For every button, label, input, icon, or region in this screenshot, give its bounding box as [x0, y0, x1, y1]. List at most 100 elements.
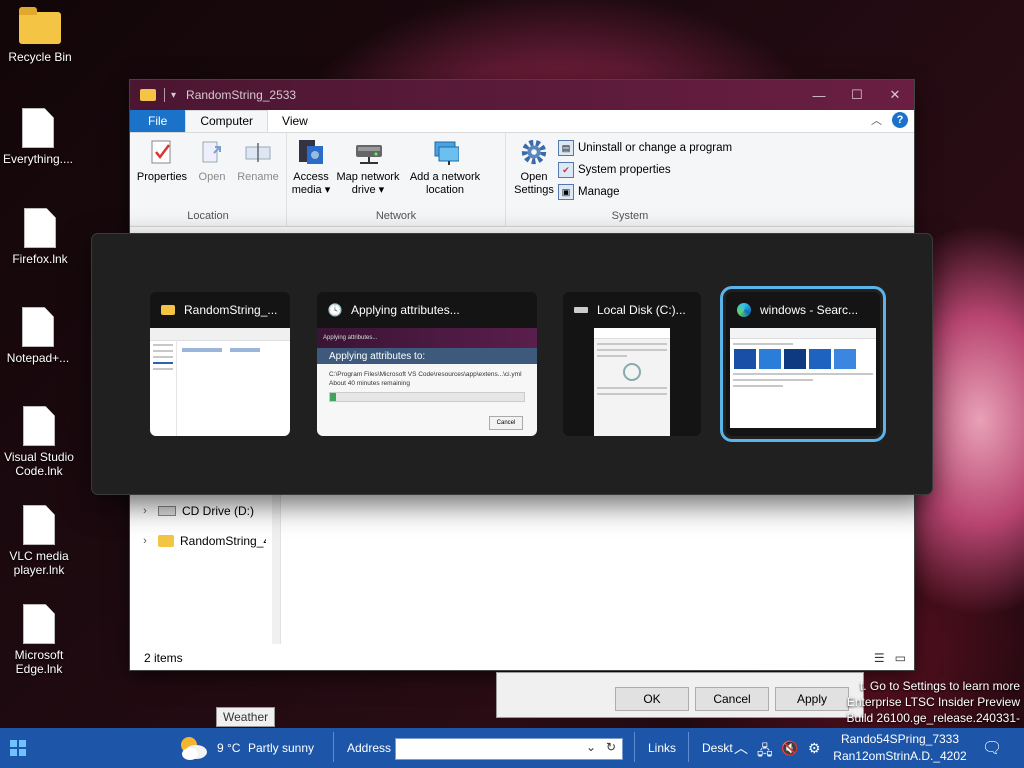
start-button-icon[interactable]: [10, 740, 26, 756]
minimize-icon[interactable]: —: [800, 80, 838, 110]
card-title: Applying attributes...: [351, 303, 460, 317]
chevron-right-icon[interactable]: ›: [136, 505, 154, 517]
desktop-icon-label: VLC media player.lnk: [9, 549, 69, 577]
group-label: Location: [187, 210, 229, 222]
file-icon: [23, 505, 55, 545]
network-location-icon: [431, 137, 459, 167]
open-label: Open: [198, 171, 226, 183]
system-properties-button[interactable]: ✔ System properties: [558, 161, 732, 179]
network-icon[interactable]: 🖧: [757, 740, 773, 764]
clock-line: Ran12omStrinA.D._4202: [833, 749, 967, 763]
notifications-icon[interactable]: 🗨: [982, 738, 1002, 758]
desktop-icon-vscode[interactable]: Visual Studio Code.lnk: [1, 406, 77, 478]
window-controls: — ☐ ✕: [800, 80, 914, 110]
thumb-progress-fill: [330, 393, 336, 401]
system-properties-label: System properties: [578, 164, 671, 176]
desktop-icon-edge[interactable]: Microsoft Edge.lnk: [1, 604, 77, 676]
weather-tooltip: Weather: [216, 707, 276, 727]
tab-computer[interactable]: Computer: [185, 110, 269, 132]
desktop-icon-recycle-bin[interactable]: Recycle Bin: [2, 7, 78, 64]
divider: [688, 732, 689, 762]
switcher-card-explorer[interactable]: RandomString_...: [150, 292, 290, 436]
help-icon[interactable]: ?: [892, 112, 908, 128]
switcher-card-applying-attributes[interactable]: 🕓 Applying attributes... Applying attrib…: [317, 292, 537, 436]
clock-icon: 🕓: [327, 303, 343, 317]
weather-temperature[interactable]: 9 °C: [217, 741, 240, 755]
map-network-drive-label: Map network drive ▾: [336, 171, 400, 196]
address-dropdown-icon[interactable]: ⌄: [586, 740, 596, 754]
nav-item-label: RandomString_4: [180, 534, 266, 548]
drive-icon: [573, 302, 589, 318]
nav-item-cd-drive[interactable]: › CD Drive (D:): [130, 496, 280, 526]
refresh-icon[interactable]: ↻: [606, 740, 616, 754]
window-thumbnail: [150, 328, 290, 436]
nav-scrollbar[interactable]: [272, 494, 280, 644]
media-icon: [297, 137, 325, 167]
manage-label: Manage: [578, 186, 620, 198]
activation-line: Enterprise LTSC Insider Preview: [846, 695, 1020, 709]
clock-line: Rando54SPring_7333: [840, 732, 960, 746]
manage-button[interactable]: ▣ Manage: [558, 183, 732, 201]
uninstall-icon: ▤: [558, 140, 574, 156]
maximize-icon[interactable]: ☐: [838, 80, 876, 110]
ribbon-group-location: Properties Open Rename Location: [130, 133, 287, 226]
nav-item-label: CD Drive (D:): [182, 504, 254, 518]
desktop-icon-firefox[interactable]: Firefox.lnk: [2, 208, 78, 266]
tab-view[interactable]: View: [268, 110, 322, 132]
ribbon-tabs: File Computer View ︿ ?: [130, 110, 914, 133]
switcher-card-local-disk[interactable]: Local Disk (C:)...: [563, 292, 701, 436]
details-view-icon[interactable]: ☰: [874, 651, 885, 665]
desktop-icon-label: Recycle Bin: [8, 50, 72, 64]
desktop-icon-label: Everything....: [2, 152, 74, 166]
network-drive-icon: [354, 137, 382, 167]
window-thumbnail: [730, 328, 876, 428]
desktop-icon-label: Firefox.lnk: [12, 252, 68, 266]
ok-button[interactable]: OK: [615, 687, 689, 711]
activation-line: t. Go to Settings to learn more: [859, 679, 1020, 693]
taskbar-clock[interactable]: Rando54SPring_7333 Ran12omStrinA.D._4202: [830, 731, 970, 765]
desktop-icon-label: Notepad+...: [6, 351, 70, 365]
switcher-card-edge[interactable]: windows - Searc...: [726, 292, 880, 436]
divider: [333, 732, 334, 762]
tab-file[interactable]: File: [130, 110, 186, 132]
desktop-icon-everything[interactable]: Everything....: [0, 108, 76, 166]
file-icon: [24, 208, 56, 248]
file-icon: [22, 108, 54, 148]
collapse-ribbon-icon[interactable]: ︿: [871, 112, 882, 128]
status-bar: 2 items ☰ ▭: [130, 646, 914, 670]
explorer-titlebar[interactable]: ▾ RandomString_2533 — ☐ ✕: [130, 80, 914, 110]
desktop-toolbar[interactable]: Deskt: [702, 741, 733, 755]
quick-access-dropdown-icon[interactable]: ▾: [171, 90, 176, 101]
volume-muted-icon[interactable]: 🔇: [781, 740, 798, 757]
desktop-icon-vlc[interactable]: VLC media player.lnk: [1, 505, 77, 577]
desktop-icon-label: Microsoft Edge.lnk: [14, 648, 64, 676]
file-icon: [23, 406, 55, 446]
thumb-titlebar: Applying attributes...: [317, 328, 537, 348]
thumb-cancel-button: Cancel: [489, 416, 523, 430]
close-icon[interactable]: ✕: [876, 80, 914, 110]
thumb-text: C:\Program Files\Microsoft VS Code\resou…: [317, 364, 537, 388]
card-title: RandomString_...: [184, 303, 278, 317]
folder-icon: [19, 7, 61, 44]
settings-gear-icon[interactable]: ⚙: [808, 740, 821, 757]
show-hidden-icons-chevron-icon[interactable]: ︿: [734, 738, 748, 758]
nav-item-folder[interactable]: › RandomString_4: [130, 526, 280, 556]
access-media-label: Access media ▾: [291, 171, 331, 196]
cancel-button[interactable]: Cancel: [695, 687, 769, 711]
uninstall-label: Uninstall or change a program: [578, 142, 733, 154]
cd-drive-icon: [158, 506, 176, 516]
rename-icon: [244, 137, 272, 167]
folder-icon: [140, 89, 156, 101]
address-toolbar-label: Address: [347, 741, 392, 755]
ribbon: Properties Open Rename Location Access m…: [130, 133, 914, 227]
large-icons-view-icon[interactable]: ▭: [895, 651, 906, 665]
window-title: RandomString_2533: [186, 88, 297, 102]
weather-description[interactable]: Partly sunny: [248, 741, 314, 755]
edge-icon: [736, 302, 752, 318]
desktop-icon-notepadpp[interactable]: Notepad+...: [0, 307, 76, 365]
weather-partly-sunny-icon[interactable]: [178, 734, 208, 762]
links-toolbar[interactable]: Links: [648, 741, 676, 755]
open-icon: [198, 137, 226, 167]
chevron-right-icon[interactable]: ›: [136, 535, 154, 547]
uninstall-program-button[interactable]: ▤ Uninstall or change a program: [558, 139, 732, 157]
